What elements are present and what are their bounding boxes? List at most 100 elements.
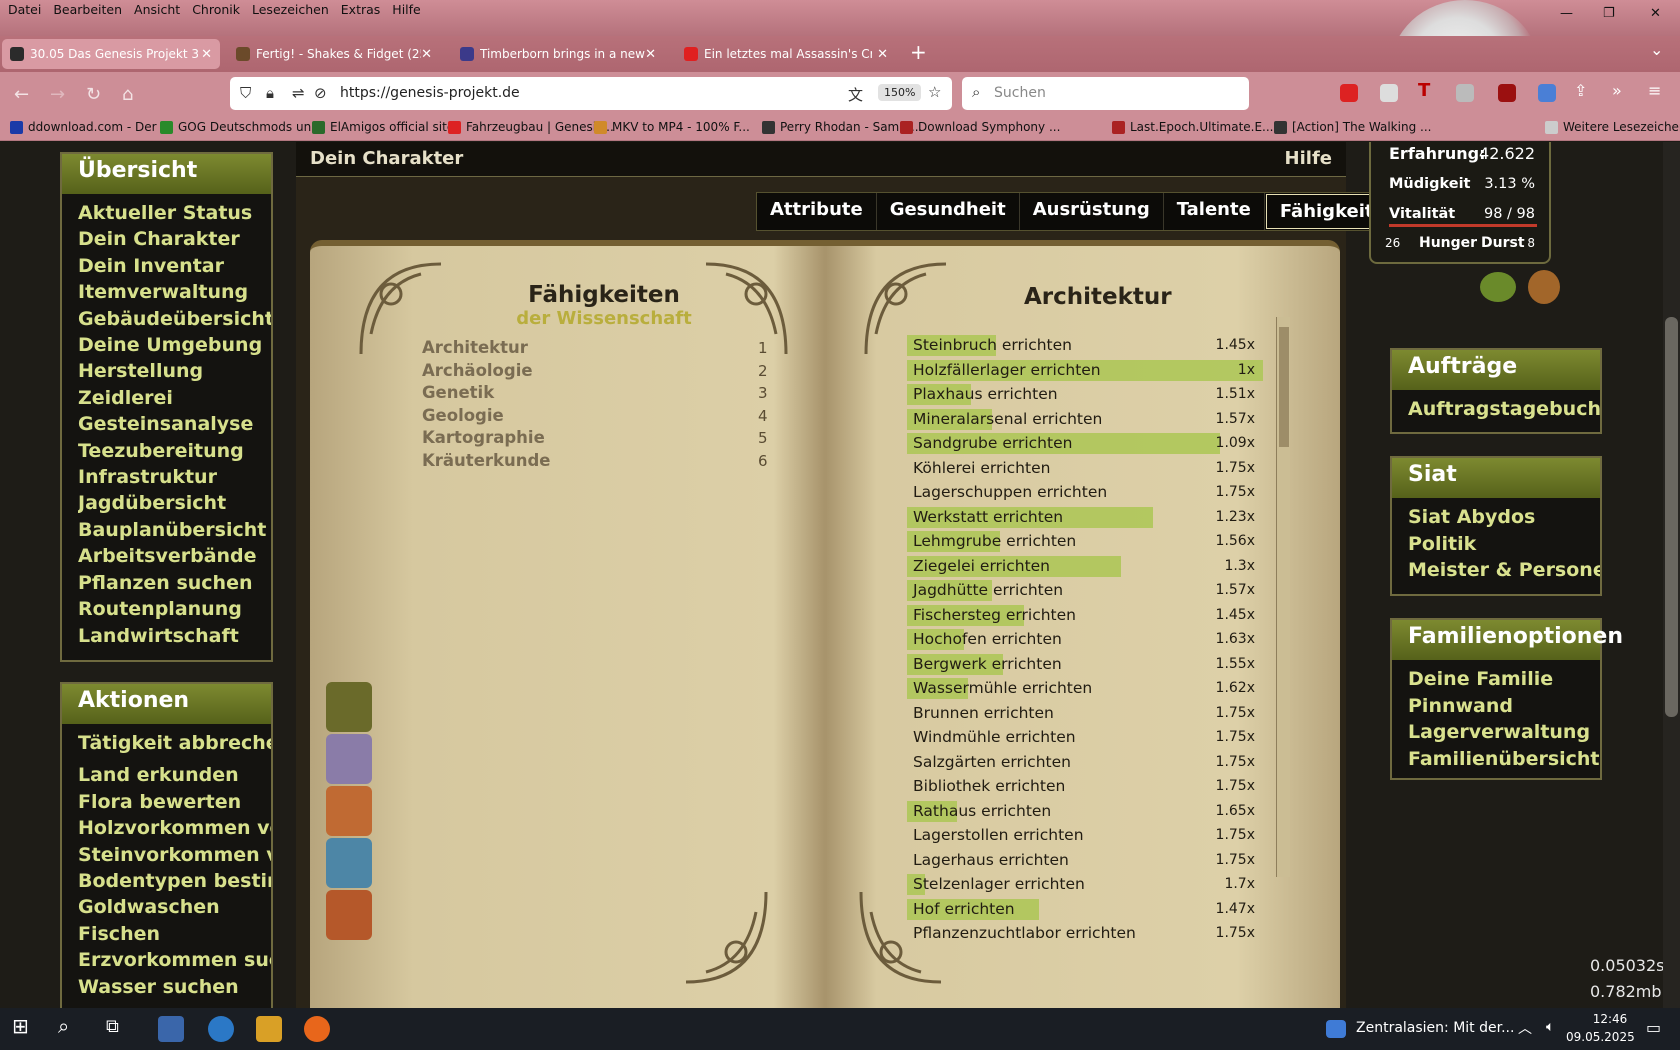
translate-icon[interactable]: 文 [848,84,863,105]
tools-icon[interactable] [326,786,372,836]
tab-gesundheit[interactable]: Gesundheit [877,193,1020,230]
action-link[interactable]: Land erkunden [78,762,271,788]
leaf-icon[interactable] [1480,272,1516,302]
bookmark-label[interactable]: Last.Epoch.Ultimate.E... [1130,120,1274,134]
adblock-icon[interactable] [1340,84,1358,102]
menu-hilfe[interactable]: Hilfe [390,2,422,17]
nav-link[interactable]: Jagdübersicht [78,490,271,516]
minimize-icon[interactable]: — [1560,6,1573,21]
tab-attribute[interactable]: Attribute [757,193,877,230]
overflow-icon[interactable]: » [1612,81,1630,100]
restore-icon[interactable]: ❐ [1603,6,1615,21]
category-archäologie[interactable]: Archäologie [422,361,533,380]
sidebar-link[interactable]: Politik [1392,531,1600,558]
nav-link[interactable]: Aktueller Status [78,200,271,226]
browser-tab-shakes[interactable]: Fertig! - Shakes & Fidget (25.00✕ [228,39,440,69]
bookmark-label[interactable]: GOG Deutschmods un... [178,120,323,134]
nav-link[interactable]: Itemverwaltung [78,279,271,305]
nav-link[interactable]: Teezubereitung [78,438,271,464]
nav-link[interactable]: Gesteinsanalyse [78,411,271,437]
category-architektur[interactable]: Architektur [422,338,528,357]
tab-talente[interactable]: Talente [1164,193,1265,230]
nav-link[interactable]: Gebäudeübersicht [78,306,271,332]
url-text[interactable]: https://genesis-projekt.de [340,85,520,101]
bookmark-item[interactable]: ElAmigos official site [312,120,454,134]
firefox-taskbar-icon[interactable] [304,1016,330,1042]
category-genetik[interactable]: Genetik [422,383,494,402]
speaker-icon[interactable]: 🔈︎ [1546,1019,1554,1035]
close-tab-icon[interactable]: ✕ [421,47,432,62]
nav-link[interactable]: Routenplanung [78,596,271,622]
nav-link[interactable]: Arbeitsverbände [78,543,271,569]
clock-date[interactable]: 09.05.2025 [1566,1030,1635,1044]
masks-icon[interactable] [326,734,372,784]
search-box[interactable]: ⌕ Suchen [962,77,1249,110]
forward-icon[interactable]: → [50,84,65,105]
bookmark-label[interactable]: ddownload.com - Der ... [28,120,172,134]
nav-link[interactable]: Dein Charakter [78,226,271,252]
shield-ext-icon[interactable] [1538,84,1556,102]
url-bar[interactable]: ⛉ 🔒︎ ⇌ ⊘ https://genesis-projekt.de 文 15… [230,77,952,110]
close-tab-icon[interactable]: ✕ [645,47,656,62]
bookmark-item[interactable]: [Action] The Walking ... [1274,120,1431,134]
lock-icon[interactable]: 🔒︎ [266,84,274,102]
save-app-icon[interactable] [158,1016,184,1042]
new-tab-icon[interactable]: + [910,40,927,64]
menu-chronik[interactable]: Chronik [190,2,242,17]
bookmark-item[interactable]: MKV to MP4 - 100% F... [594,120,750,134]
bookmark-label[interactable]: [Action] The Walking ... [1292,120,1431,134]
close-window-icon[interactable]: ✕ [1650,6,1661,21]
nav-link[interactable]: Zeidlerei [78,385,271,411]
hamburger-menu-icon[interactable]: ≡ [1648,81,1666,100]
anvil-icon[interactable] [326,682,372,732]
sidebar-link[interactable]: Lagerverwaltung [1392,719,1600,746]
browser-tab-genesis[interactable]: 30.05 Das Genesis Projekt 3.0 ✕ [2,39,220,69]
bookmark-item[interactable]: Last.Epoch.Ultimate.E... [1112,120,1274,134]
extension-icon[interactable] [1380,84,1398,102]
action-link[interactable]: Holzvorkommen ve [78,815,271,841]
t-extension-icon[interactable]: T [1418,80,1430,101]
strength-icon[interactable] [326,890,372,940]
shield-icon[interactable]: ⛉ [240,84,251,102]
bookmark-item[interactable]: Perry Rhodan - Samm... [762,120,922,134]
bookmark-item[interactable]: ddownload.com - Der ... [10,120,172,134]
action-link[interactable]: Fischen [78,921,271,947]
nav-link[interactable]: Pflanzen suchen [78,570,271,596]
bookmark-label[interactable]: Download Symphony ... [918,120,1060,134]
reload-icon[interactable]: ↻ [86,84,101,105]
close-tab-icon[interactable]: ✕ [877,47,888,62]
close-tab-icon[interactable]: ✕ [201,47,212,62]
bookmark-label[interactable]: MKV to MP4 - 100% F... [612,120,750,134]
nav-link[interactable]: Landwirtschaft [78,623,271,649]
menu-ansicht[interactable]: Ansicht [132,2,182,17]
help-link[interactable]: Hilfe [1285,148,1332,169]
menu-lesezeichen[interactable]: Lesezeichen [250,2,331,17]
bookmark-label[interactable]: Fahrzeugbau | Genesis... [466,120,614,134]
nav-link[interactable]: Dein Inventar [78,253,271,279]
extension-icon[interactable] [1456,84,1474,102]
action-link[interactable]: Flora bewerten [78,789,271,815]
browser-tab-youtube[interactable]: Ein letztes mal Assassin's Creed ✕ [676,39,896,69]
bookmark-label[interactable]: Weitere Lesezeichen [1563,120,1680,134]
tray-chevron-icon[interactable]: ︿ [1518,1018,1532,1038]
book-scrollbar[interactable] [1276,317,1290,877]
sidebar-link[interactable]: Pinnwand [1392,693,1600,720]
bookmark-item[interactable]: Fahrzeugbau | Genesis... [448,120,614,134]
page-scrollbar[interactable] [1663,142,1680,1008]
bookmark-item[interactable]: GOG Deutschmods un... [160,120,323,134]
app-icon[interactable] [208,1016,234,1042]
news-widget-text[interactable]: Zentralasien: Mit der... [1356,1020,1514,1036]
windows-start-icon[interactable]: ⊞ [12,1014,38,1040]
search-taskbar-icon[interactable]: ⌕ [58,1014,84,1040]
action-link[interactable]: Goldwaschen [78,894,271,920]
tracking-icon[interactable]: ⊘ [314,84,327,102]
sidebar-link[interactable]: Siat Abydos [1392,504,1600,531]
tab-ausrüstung[interactable]: Ausrüstung [1020,193,1164,230]
bookmark-item[interactable]: Download Symphony ... [900,120,1060,134]
sidebar-link[interactable]: Deine Familie [1392,666,1600,693]
action-link[interactable]: Wasser suchen [78,974,271,1000]
back-icon[interactable]: ← [14,84,29,105]
bookmark-item[interactable]: Weitere Lesezeichen [1545,120,1680,134]
browser-tab-timberborn[interactable]: Timberborn brings in a new up:✕ [452,39,664,69]
nav-link[interactable]: Herstellung [78,358,271,384]
